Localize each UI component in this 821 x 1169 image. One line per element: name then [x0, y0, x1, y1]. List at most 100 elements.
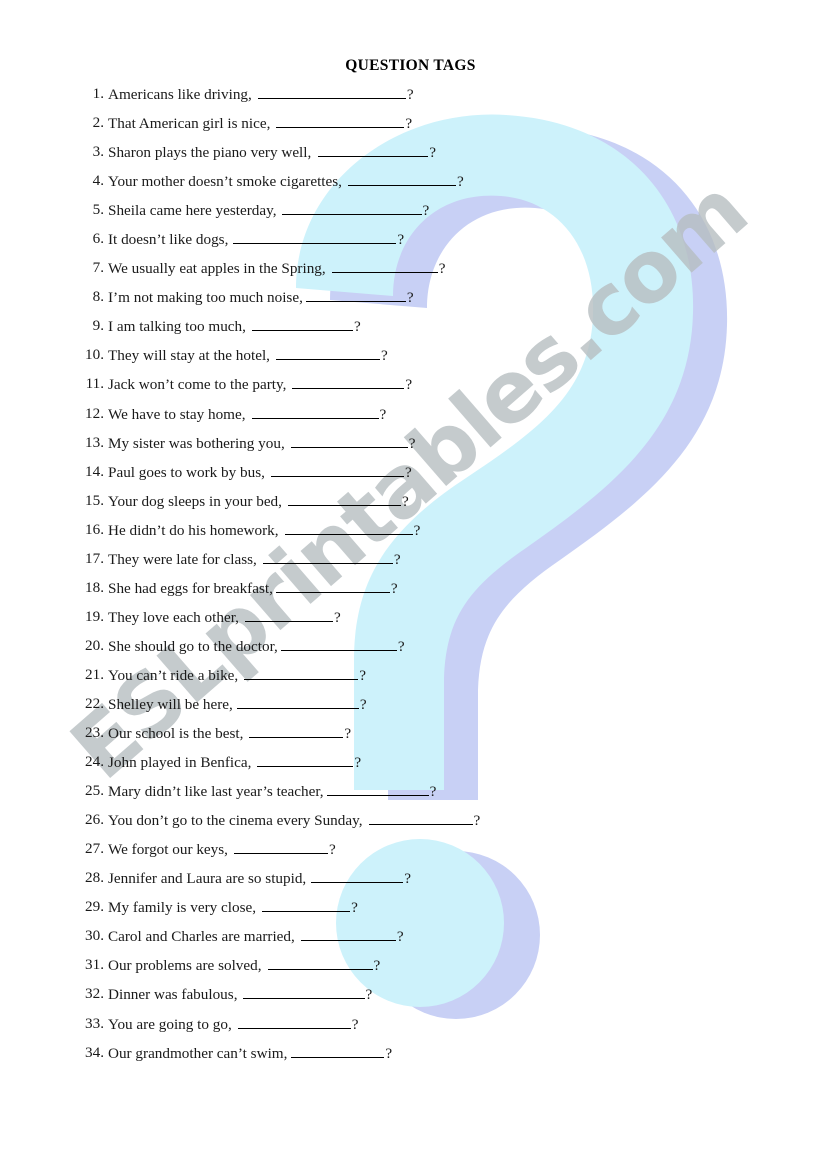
- answer-blank[interactable]: [257, 753, 354, 768]
- answer-blank[interactable]: [291, 1044, 385, 1058]
- answer-blank[interactable]: [276, 114, 405, 129]
- question-number: 10.: [85, 346, 104, 364]
- answer-blank[interactable]: [242, 985, 365, 1000]
- question-number: 9.: [92, 317, 104, 335]
- question-sentence: Shelley will be here,: [108, 695, 233, 713]
- answer-blank[interactable]: [280, 637, 397, 651]
- answer-blank[interactable]: [233, 230, 397, 245]
- question-number: 2.: [92, 114, 104, 132]
- question-sentence: They were late for class,: [108, 550, 257, 568]
- question-mark-glyph: ?: [365, 986, 373, 1004]
- question-mark-glyph: ?: [401, 492, 409, 510]
- question-number: 14.: [85, 462, 104, 480]
- answer-blank[interactable]: [275, 346, 380, 361]
- question-sentence: That American girl is nice,: [108, 115, 271, 133]
- answer-blank[interactable]: [292, 375, 405, 390]
- question-mark-glyph: ?: [359, 695, 367, 713]
- question-row: 6. It doesn’t like dogs,?: [0, 230, 821, 259]
- answer-blank[interactable]: [270, 463, 404, 477]
- question-mark-glyph: ?: [379, 405, 387, 423]
- answer-blank[interactable]: [236, 695, 359, 709]
- question-sentence: We usually eat apples in the Spring,: [108, 260, 326, 278]
- question-number: 1.: [92, 85, 104, 102]
- question-number: 25.: [85, 782, 104, 800]
- question-number: 26.: [85, 811, 104, 829]
- answer-blank[interactable]: [368, 811, 473, 826]
- question-number: 5.: [92, 201, 104, 219]
- answer-blank[interactable]: [326, 782, 429, 797]
- question-number: 7.: [92, 259, 104, 277]
- answer-blank[interactable]: [318, 143, 429, 158]
- question-body: Paul goes to work by bus,?: [108, 463, 412, 482]
- question-sentence: Our school is the best,: [108, 725, 244, 743]
- answer-blank[interactable]: [311, 869, 404, 884]
- question-mark-glyph: ?: [429, 783, 437, 801]
- answer-blank[interactable]: [290, 434, 408, 448]
- question-number: 29.: [85, 898, 104, 916]
- answer-blank[interactable]: [281, 201, 422, 216]
- question-number: 6.: [92, 230, 104, 248]
- answer-blank[interactable]: [267, 956, 373, 971]
- question-mark-glyph: ?: [397, 637, 405, 655]
- question-sentence: Carol and Charles are married,: [108, 928, 295, 946]
- question-number: 31.: [85, 956, 104, 974]
- answer-blank[interactable]: [244, 666, 359, 680]
- answer-blank[interactable]: [305, 288, 406, 303]
- question-sentence: She had eggs for breakfast,: [108, 579, 273, 597]
- answer-blank[interactable]: [262, 898, 351, 913]
- answer-blank[interactable]: [244, 608, 333, 622]
- question-row: 26. You don’t go to the cinema every Sund…: [0, 811, 821, 840]
- answer-blank[interactable]: [249, 724, 344, 739]
- question-row: 31. Our problems are solved,?: [0, 956, 821, 985]
- answer-blank[interactable]: [233, 840, 328, 855]
- question-row: 7. We usually eat apples in the Spring,?: [0, 259, 821, 288]
- question-sentence: Your dog sleeps in your bed,: [108, 492, 282, 510]
- question-body: You don’t go to the cinema every Sunday,…: [108, 811, 480, 830]
- answer-blank[interactable]: [251, 405, 379, 419]
- question-row: 25. Mary didn’t like last year’s teacher,…: [0, 782, 821, 811]
- answer-blank[interactable]: [262, 550, 393, 564]
- question-number: 15.: [85, 491, 104, 509]
- question-body: We usually eat apples in the Spring,?: [108, 259, 445, 278]
- question-number: 22.: [85, 694, 104, 712]
- question-row: 11. Jack won’t come to the party,?: [0, 375, 821, 404]
- question-mark-glyph: ?: [333, 608, 341, 626]
- question-row: 5. Sheila came here yesterday,?: [0, 201, 821, 230]
- question-sentence: You are going to go,: [108, 1015, 232, 1033]
- question-mark-glyph: ?: [404, 870, 411, 888]
- question-row: 30. Carol and Charles are married,?: [0, 927, 821, 956]
- question-number: 8.: [92, 288, 104, 306]
- question-row: 23. Our school is the best,?: [0, 724, 821, 753]
- question-number: 4.: [92, 172, 104, 190]
- answer-blank[interactable]: [331, 259, 438, 274]
- answer-blank[interactable]: [287, 492, 401, 506]
- question-number: 16.: [85, 520, 104, 538]
- question-row: 22. Shelley will be here,?: [0, 695, 821, 724]
- question-mark-glyph: ?: [438, 260, 446, 278]
- question-mark-glyph: ?: [413, 521, 421, 539]
- question-list: 1. Americans like driving,? 2. That America…: [0, 85, 821, 1073]
- question-body: Our school is the best,?: [108, 724, 351, 743]
- question-mark-glyph: ?: [429, 144, 437, 162]
- answer-blank[interactable]: [347, 172, 456, 187]
- question-body: They love each other,?: [108, 608, 341, 627]
- question-row: 4. Your mother doesn’t smoke cigarettes,?: [0, 172, 821, 201]
- question-number: 17.: [85, 549, 104, 567]
- answer-blank[interactable]: [300, 927, 396, 942]
- question-row: 32. Dinner was fabulous,?: [0, 985, 821, 1014]
- answer-blank[interactable]: [257, 85, 406, 99]
- page-title: QUESTION TAGS: [345, 57, 476, 74]
- question-number: 33.: [85, 1014, 104, 1032]
- answer-blank[interactable]: [251, 317, 353, 332]
- answer-blank[interactable]: [275, 579, 390, 593]
- question-number: 32.: [85, 985, 104, 1003]
- question-sentence: My family is very close,: [108, 899, 257, 917]
- question-sentence: Mary didn’t like last year’s teacher,: [108, 783, 324, 801]
- question-row: 21. You can’t ride a bike,?: [0, 666, 821, 695]
- question-sentence: Americans like driving,: [108, 86, 252, 103]
- question-sentence: You don’t go to the cinema every Sunday,: [108, 812, 363, 830]
- answer-blank[interactable]: [284, 521, 413, 535]
- answer-blank[interactable]: [237, 1015, 351, 1029]
- question-sentence: My sister was bothering you,: [108, 434, 285, 452]
- question-mark-glyph: ?: [351, 1015, 359, 1033]
